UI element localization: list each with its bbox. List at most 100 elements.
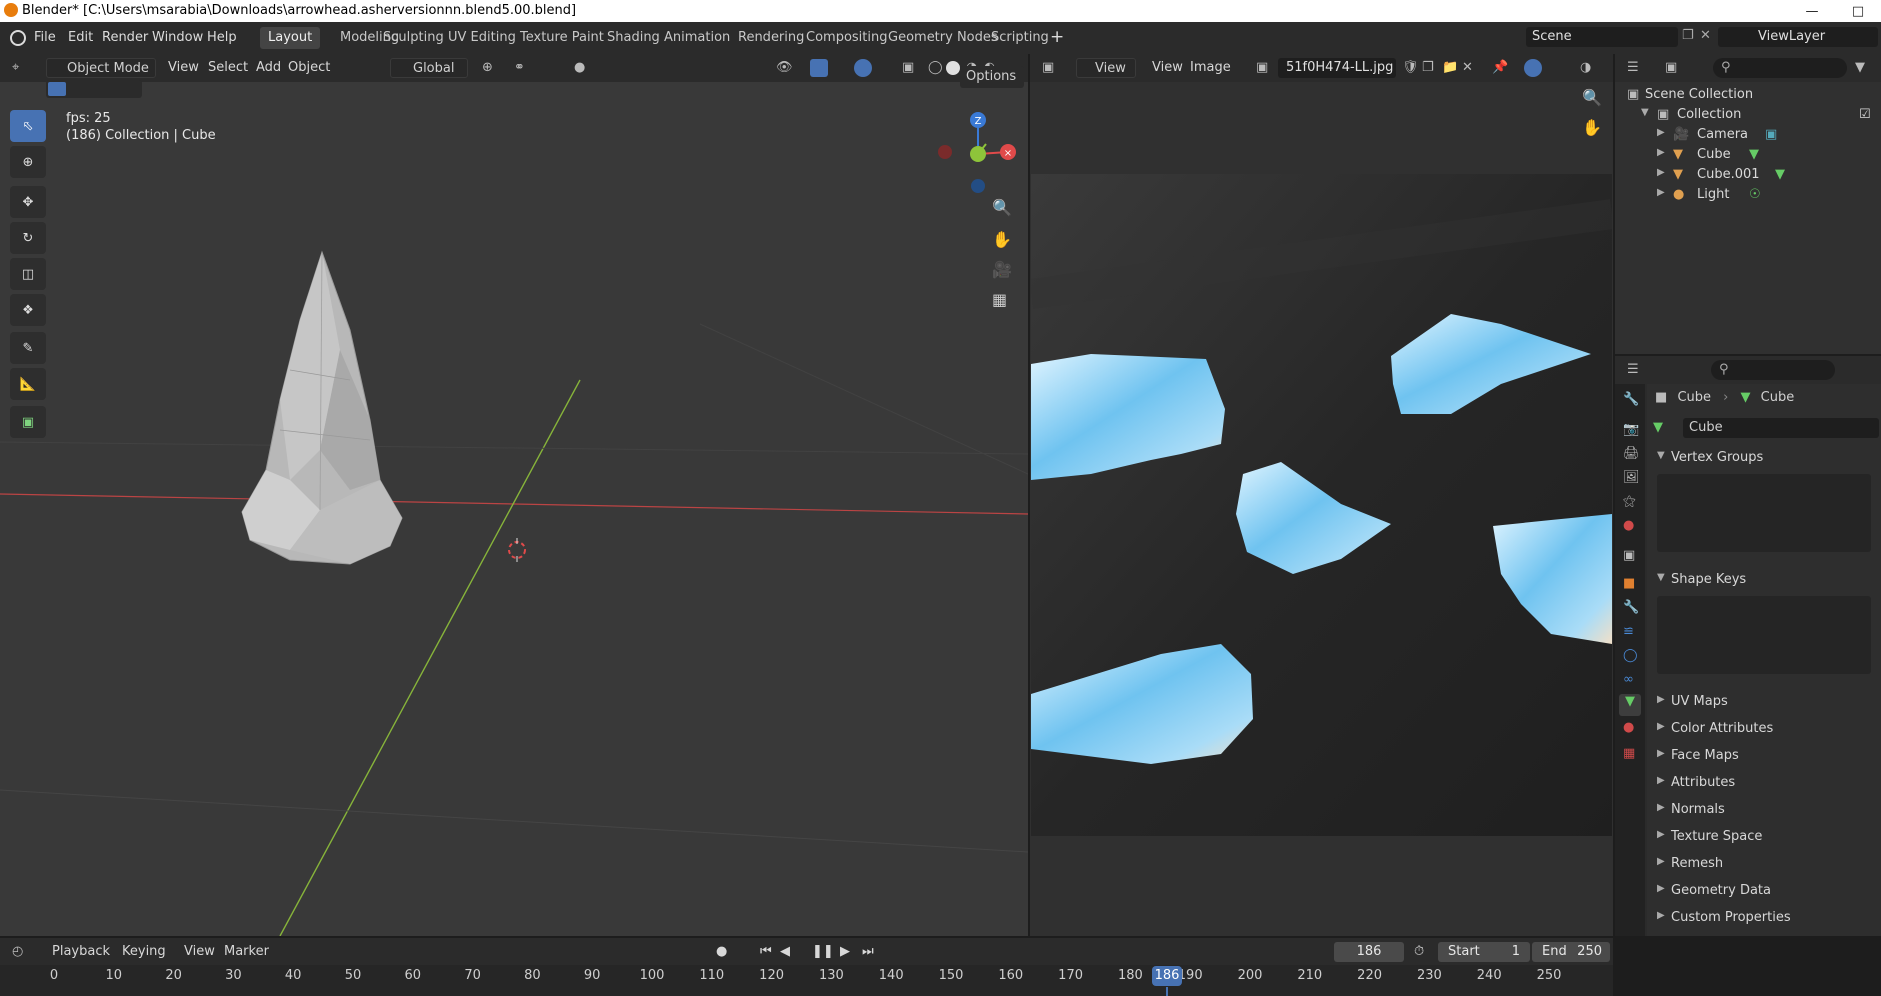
properties-search-input[interactable]: ⚲ bbox=[1711, 360, 1835, 380]
jump-end-icon[interactable]: ⏭ bbox=[862, 944, 874, 959]
viewport-menu-add[interactable]: Add bbox=[256, 60, 281, 75]
view-layer-tab-icon[interactable]: 🖼 bbox=[1623, 470, 1640, 485]
cursor-tool[interactable]: ⊕ bbox=[10, 146, 46, 178]
panel-custom-properties[interactable]: ▶ Custom Properties bbox=[1647, 906, 1881, 930]
render-tab-icon[interactable]: 📷 bbox=[1623, 422, 1639, 437]
view-mode-selector[interactable]: View bbox=[1076, 58, 1136, 78]
proportional-edit-icon[interactable]: ● bbox=[574, 60, 585, 75]
menu-file[interactable]: File bbox=[34, 30, 56, 45]
move-tool[interactable]: ✥ bbox=[10, 186, 46, 218]
delete-scene-icon[interactable]: ✕ bbox=[1700, 28, 1711, 43]
outliner-editor-icon[interactable]: ☰ bbox=[1627, 60, 1639, 75]
material-tab-icon[interactable]: ● bbox=[1623, 720, 1634, 735]
outliner-row-scene-collection[interactable]: ▣ Scene Collection bbox=[1615, 84, 1881, 104]
expand-icon[interactable]: ▶ bbox=[1657, 147, 1665, 158]
image-overlay-toggle-icon[interactable] bbox=[1524, 59, 1542, 77]
image-menu-view[interactable]: View bbox=[1152, 60, 1183, 75]
visibility-icon[interactable]: 👁 bbox=[776, 60, 793, 75]
particles-tab-icon[interactable]: ≌ bbox=[1623, 624, 1634, 639]
menu-edit[interactable]: Edit bbox=[68, 30, 93, 45]
fake-user-icon[interactable]: 🛡 bbox=[1402, 60, 1419, 75]
navigation-gizmo[interactable]: Z × bbox=[928, 110, 1028, 200]
panel-face-maps[interactable]: ▶ Face Maps bbox=[1647, 744, 1881, 768]
image-name-field[interactable]: 51f0H474-LL.jpg bbox=[1278, 58, 1396, 78]
jump-keyframe-back-icon[interactable]: ◀ bbox=[780, 944, 790, 959]
viewport-menu-object[interactable]: Object bbox=[288, 60, 330, 75]
pan-hand-icon[interactable]: ✋ bbox=[992, 230, 1012, 249]
new-scene-icon[interactable]: ❐ bbox=[1682, 28, 1694, 43]
panel-geometry-data[interactable]: ▶ Geometry Data bbox=[1647, 879, 1881, 903]
mesh-data-name-field[interactable]: Cube bbox=[1683, 418, 1879, 438]
add-workspace-icon[interactable]: + bbox=[1050, 27, 1064, 47]
annotate-tool[interactable]: ✎ bbox=[10, 332, 46, 364]
menu-render[interactable]: Render bbox=[102, 30, 148, 45]
panel-uv-maps[interactable]: ▶ UV Maps bbox=[1647, 690, 1881, 714]
panel-normals[interactable]: ▶ Normals bbox=[1647, 798, 1881, 822]
auto-keying-icon[interactable]: ● bbox=[716, 944, 727, 959]
jump-keyframe-forward-icon[interactable]: ▶ bbox=[840, 944, 850, 959]
options-button[interactable]: Options bbox=[960, 66, 1024, 88]
end-frame-field[interactable]: End 250 bbox=[1532, 942, 1610, 962]
select-new-icon[interactable] bbox=[48, 82, 66, 96]
outliner-row-light[interactable]: ▶ ● Light ☉ bbox=[1615, 184, 1881, 204]
orientation-selector[interactable]: Global bbox=[390, 58, 468, 78]
object-tab-icon[interactable]: ■ bbox=[1623, 576, 1635, 591]
3d-cursor-icon[interactable] bbox=[505, 538, 529, 562]
collection-checkbox[interactable]: ☑ bbox=[1859, 107, 1871, 122]
display-channels-icon[interactable]: ◑ bbox=[1580, 60, 1591, 75]
panel-color-attributes[interactable]: ▶ Color Attributes bbox=[1647, 717, 1881, 741]
jump-start-icon[interactable]: ⏮ bbox=[760, 944, 772, 959]
tool-tab-icon[interactable]: 🔧 bbox=[1623, 392, 1639, 407]
timeline-menu-marker[interactable]: Marker bbox=[224, 944, 269, 959]
maximize-button[interactable]: □ bbox=[1835, 0, 1881, 22]
measure-tool[interactable]: 📐 bbox=[10, 368, 46, 400]
unlink-image-icon[interactable]: ✕ bbox=[1462, 60, 1473, 75]
texture-tab-icon[interactable]: ▦ bbox=[1623, 746, 1635, 761]
blender-menu-icon[interactable] bbox=[10, 30, 26, 46]
snap-icon[interactable]: ⚭ bbox=[514, 60, 525, 75]
open-image-icon[interactable]: 📁 bbox=[1442, 60, 1458, 75]
shape-keys-list[interactable] bbox=[1657, 596, 1871, 674]
expand-icon[interactable]: ▼ bbox=[1641, 107, 1649, 118]
solid-shading-icon[interactable] bbox=[946, 61, 960, 75]
timeline-editor-icon[interactable]: ◴ bbox=[12, 944, 23, 959]
tab-texture-paint[interactable]: Texture Paint bbox=[512, 27, 612, 49]
physics-tab-icon[interactable]: ◯ bbox=[1623, 648, 1638, 663]
viewport-menu-view[interactable]: View bbox=[168, 60, 199, 75]
pause-icon[interactable]: ❚❚ bbox=[812, 944, 834, 959]
add-cube-tool[interactable]: ▣ bbox=[10, 406, 46, 438]
outliner-row-collection[interactable]: ▼ ▣ Collection ☑ bbox=[1615, 104, 1881, 124]
viewport-menu-select[interactable]: Select bbox=[208, 60, 248, 75]
tab-scripting[interactable]: Scripting bbox=[983, 27, 1057, 49]
overlay-toggle-icon[interactable] bbox=[854, 59, 872, 77]
scale-tool[interactable]: ◫ bbox=[10, 258, 46, 290]
gizmo-toggle-icon[interactable] bbox=[810, 59, 828, 77]
minimize-button[interactable]: — bbox=[1789, 0, 1835, 22]
panel-remesh[interactable]: ▶ Remesh bbox=[1647, 852, 1881, 876]
ortho-toggle-icon[interactable]: ▦ bbox=[992, 290, 1007, 309]
view-layer-selector[interactable]: ViewLayer bbox=[1718, 27, 1878, 47]
expand-icon[interactable]: ▶ bbox=[1657, 127, 1665, 138]
constraints-tab-icon[interactable]: ∞ bbox=[1623, 672, 1634, 687]
zoom-icon[interactable]: 🔍 bbox=[992, 198, 1012, 217]
timeline-menu-playback[interactable]: Playback bbox=[52, 944, 110, 959]
preview-range-icon[interactable]: ⏱ bbox=[1414, 944, 1424, 959]
xray-icon[interactable]: ▣ bbox=[902, 60, 914, 75]
expand-icon[interactable]: ▶ bbox=[1657, 187, 1665, 198]
timeline-track[interactable]: 0 10 20 30 40 50 60 70 80 90 100 110 120 130 140 150 160… bbox=[0, 965, 1613, 996]
rotate-tool[interactable]: ↻ bbox=[10, 222, 46, 254]
filter-icon[interactable]: ▼ bbox=[1855, 60, 1865, 75]
pin-icon[interactable]: 📌 bbox=[1492, 60, 1508, 75]
display-mode-icon[interactable]: ▣ bbox=[1665, 60, 1677, 75]
outliner-row-camera[interactable]: ▶ 🎥 Camera ▣ bbox=[1615, 124, 1881, 144]
collection-tab-icon[interactable]: ▣ bbox=[1623, 548, 1635, 563]
world-tab-icon[interactable]: ● bbox=[1623, 518, 1634, 533]
image-editor-type-icon[interactable]: ▣ bbox=[1042, 60, 1054, 75]
arrowhead-mesh[interactable] bbox=[230, 250, 430, 580]
output-tab-icon[interactable]: 🖨 bbox=[1623, 446, 1640, 461]
pivot-icon[interactable]: ⊕ bbox=[482, 60, 493, 75]
image-browse-icon[interactable]: ▣ bbox=[1256, 60, 1268, 75]
timeline[interactable]: ◴ Playback Keying View Marker ● ⏮ ◀ ❚❚ ▶… bbox=[0, 938, 1613, 996]
modifier-tab-icon[interactable]: 🔧 bbox=[1623, 600, 1639, 615]
scene-selector[interactable]: Scene bbox=[1526, 27, 1678, 47]
